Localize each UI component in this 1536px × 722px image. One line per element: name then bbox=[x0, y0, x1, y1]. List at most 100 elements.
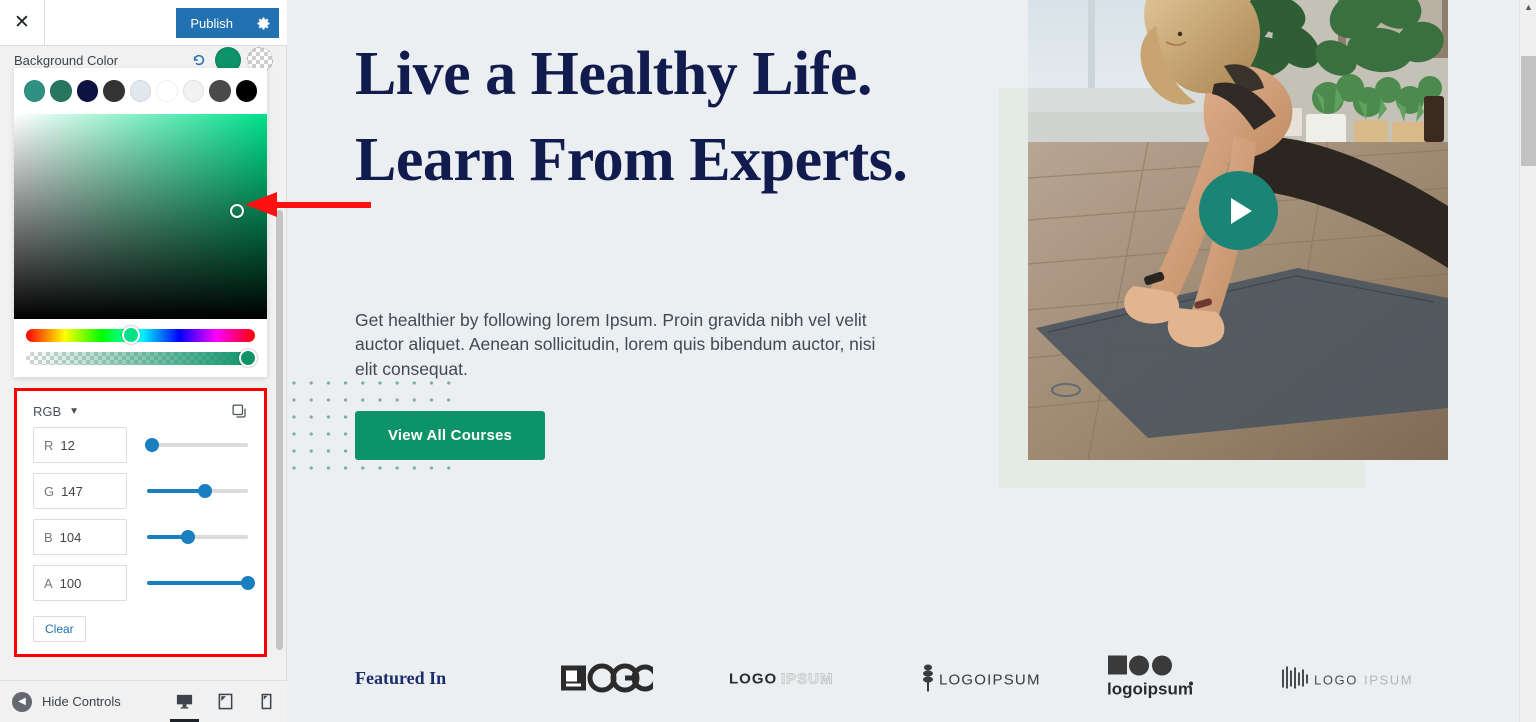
blue-slider[interactable] bbox=[147, 530, 248, 544]
svg-text:IPSUM: IPSUM bbox=[1364, 673, 1413, 688]
alpha-slider-handle[interactable] bbox=[239, 349, 257, 367]
blue-channel-label: B bbox=[44, 529, 53, 545]
svg-text:logoipsum: logoipsum bbox=[1107, 680, 1193, 699]
saturation-value-handle[interactable] bbox=[230, 204, 244, 218]
alpha-channel-slider[interactable] bbox=[147, 576, 255, 590]
rgb-row-r: R 12 bbox=[17, 422, 264, 468]
logo-logoipsum-shapes: logoipsum bbox=[1107, 655, 1203, 708]
mobile-glyph bbox=[261, 693, 272, 710]
play-icon bbox=[1230, 197, 1252, 224]
background-color-label: Background Color bbox=[14, 52, 119, 68]
green-slider-knob[interactable] bbox=[198, 484, 213, 498]
svg-text:LOGOIPSUM: LOGOIPSUM bbox=[939, 672, 1041, 689]
gear-icon[interactable] bbox=[247, 8, 279, 38]
blue-input[interactable]: B 104 bbox=[33, 519, 127, 555]
reset-glyph bbox=[193, 54, 205, 66]
svg-text:LOGO: LOGO bbox=[1314, 673, 1358, 688]
color-mode-value[interactable]: RGB bbox=[33, 404, 61, 419]
green-input[interactable]: G 147 bbox=[33, 473, 127, 509]
desktop-glyph bbox=[176, 694, 193, 709]
blue-slider-knob[interactable] bbox=[181, 530, 196, 544]
view-all-courses-button[interactable]: View All Courses bbox=[355, 411, 546, 460]
rgb-inputs-section: RGB ▼ R 12 G 147 B 104 A 100 Clear bbox=[14, 388, 267, 657]
svg-text:LOGO: LOGO bbox=[729, 671, 777, 688]
alpha-channel-label: A bbox=[44, 575, 53, 591]
customizer-footer: ◀ Hide Controls bbox=[0, 680, 287, 722]
logo-logoipsum-shapes-icon: logoipsum bbox=[1107, 655, 1193, 699]
copy-icon[interactable] bbox=[231, 403, 248, 420]
page-scrollbar[interactable]: ▲ bbox=[1519, 0, 1536, 722]
device-preview-group bbox=[164, 681, 287, 722]
alpha-slider-fill bbox=[147, 581, 248, 585]
tablet-icon[interactable] bbox=[205, 681, 246, 722]
palette-swatch-off-white[interactable] bbox=[182, 80, 205, 102]
palette-swatch-green[interactable] bbox=[50, 80, 72, 102]
alpha-input[interactable]: A 100 bbox=[33, 565, 127, 601]
red-value: 12 bbox=[60, 437, 75, 453]
gear-glyph bbox=[257, 17, 269, 29]
logo-logoipsum-bars-icon: LOGO IPSUM bbox=[1282, 666, 1413, 689]
palette-swatch-dark-gray[interactable] bbox=[103, 80, 125, 102]
rgb-row-b: B 104 bbox=[17, 514, 264, 560]
logo-logo-icon bbox=[561, 663, 659, 693]
logo-logoipsum-bars: LOGO IPSUM bbox=[1282, 666, 1427, 697]
rgb-row-g: G 147 bbox=[17, 468, 264, 514]
hue-slider[interactable] bbox=[26, 326, 255, 344]
sidebar-scrollbar-thumb[interactable] bbox=[276, 210, 283, 650]
logo-logo bbox=[561, 663, 659, 699]
logo-logoipsum-bold: LOGO IPSUM bbox=[729, 669, 849, 694]
alpha-value: 100 bbox=[59, 575, 82, 591]
logo-logoipsum-bold-icon: LOGO IPSUM bbox=[729, 670, 834, 688]
green-slider-fill bbox=[147, 489, 206, 493]
hero-subtitle: Get healthier by following lorem Ipsum. … bbox=[355, 310, 876, 379]
site-preview-frame: Live a Healthy Life. Learn From Experts.… bbox=[287, 0, 1536, 722]
saturation-value-area[interactable] bbox=[14, 114, 267, 319]
hide-controls-button[interactable]: ◀ Hide Controls bbox=[12, 691, 121, 712]
customizer-topbar: ✕ Publish bbox=[0, 0, 287, 46]
customizer-sidebar: ✕ Publish Background Color RGB ▼ R 12 G … bbox=[0, 0, 287, 722]
palette-swatch-teal[interactable] bbox=[24, 80, 46, 102]
featured-in-label: Featured In bbox=[355, 668, 447, 688]
featured-in-section: Featured In LOGO IPSUM LOGOIPSUM logoips… bbox=[287, 650, 1536, 712]
color-picker-popup bbox=[14, 68, 267, 377]
alpha-slider[interactable] bbox=[26, 349, 257, 367]
palette-swatch-navy[interactable] bbox=[76, 80, 99, 102]
hero-section: Live a Healthy Life. Learn From Experts.… bbox=[287, 0, 1536, 640]
desktop-icon[interactable] bbox=[164, 681, 205, 722]
mobile-icon[interactable] bbox=[246, 681, 287, 722]
palette-swatch-light-blue-gray[interactable] bbox=[129, 80, 152, 102]
copy-glyph bbox=[232, 404, 246, 418]
scroll-up-arrow-icon[interactable]: ▲ bbox=[1524, 3, 1533, 12]
logo-logoipsum-wheat: LOGOIPSUM bbox=[919, 662, 1049, 701]
publish-button[interactable]: Publish bbox=[176, 8, 247, 38]
svg-text:IPSUM: IPSUM bbox=[781, 671, 834, 688]
logo-logoipsum-wheat-icon: LOGOIPSUM bbox=[923, 664, 1041, 692]
color-mode-row: RGB ▼ bbox=[17, 397, 264, 422]
play-button[interactable] bbox=[1199, 171, 1278, 250]
publish-group: Publish bbox=[176, 8, 279, 38]
page-scrollbar-thumb[interactable] bbox=[1521, 56, 1536, 166]
green-channel-label: G bbox=[44, 483, 55, 499]
palette-swatches bbox=[14, 68, 267, 114]
blue-value: 104 bbox=[59, 529, 82, 545]
page-title: Live a Healthy Life. Learn From Experts. bbox=[355, 40, 908, 194]
reset-icon[interactable] bbox=[189, 53, 209, 67]
rgb-row-a: A 100 bbox=[17, 560, 264, 606]
red-slider[interactable] bbox=[144, 438, 248, 452]
tablet-glyph bbox=[218, 693, 233, 710]
chevron-down-icon[interactable]: ▼ bbox=[69, 406, 79, 417]
clear-button[interactable]: Clear bbox=[33, 616, 86, 642]
palette-swatch-charcoal[interactable] bbox=[209, 80, 231, 102]
red-slider-knob[interactable] bbox=[144, 438, 159, 452]
palette-swatch-black[interactable] bbox=[235, 80, 257, 102]
red-channel-label: R bbox=[44, 437, 54, 453]
close-icon[interactable]: ✕ bbox=[0, 0, 45, 45]
alpha-slider-knob[interactable] bbox=[241, 576, 255, 590]
green-value: 147 bbox=[61, 483, 83, 499]
red-input[interactable]: R 12 bbox=[33, 427, 127, 463]
palette-swatch-white[interactable] bbox=[156, 80, 178, 102]
hide-controls-label: Hide Controls bbox=[42, 694, 121, 709]
hue-slider-handle[interactable] bbox=[122, 326, 140, 344]
back-arrow-icon: ◀ bbox=[12, 691, 32, 712]
green-slider[interactable] bbox=[147, 484, 248, 498]
